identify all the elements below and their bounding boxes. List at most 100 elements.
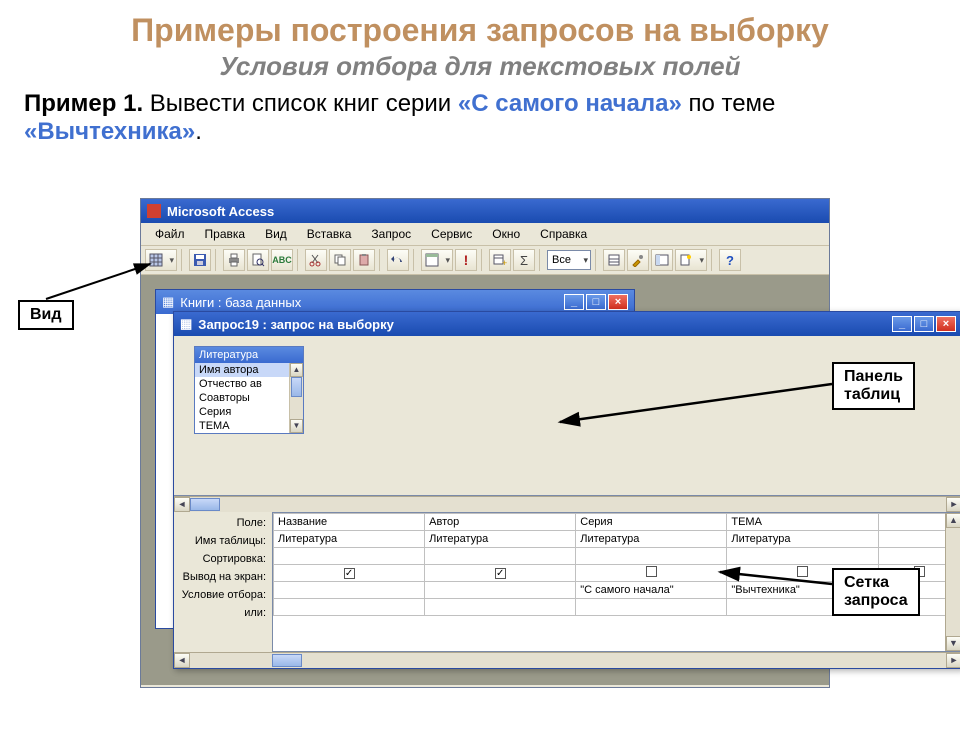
label-field: Поле: bbox=[174, 514, 272, 532]
label-criteria: Условие отбора: bbox=[174, 586, 272, 604]
db-window-button[interactable] bbox=[651, 249, 673, 271]
cell-field[interactable]: ТЕМА bbox=[727, 514, 878, 531]
cell-field[interactable]: Серия bbox=[576, 514, 727, 531]
undo-button[interactable] bbox=[387, 249, 409, 271]
cell-show[interactable] bbox=[425, 565, 576, 582]
menu-window[interactable]: Окно bbox=[484, 226, 528, 242]
menu-tools[interactable]: Сервис bbox=[423, 226, 480, 242]
scroll-up-icon[interactable]: ▲ bbox=[946, 513, 960, 528]
menu-insert[interactable]: Вставка bbox=[299, 226, 360, 242]
row-table: Литература Литература Литература Литерат… bbox=[274, 531, 960, 548]
print-preview-button[interactable] bbox=[247, 249, 269, 271]
cell-table[interactable]: Литература bbox=[274, 531, 425, 548]
print-button[interactable] bbox=[223, 249, 245, 271]
spellcheck-button[interactable]: ABC bbox=[271, 249, 293, 271]
field-item[interactable]: Имя автора bbox=[195, 363, 303, 377]
slide-subtitle: Условия отбора для текстовых полей bbox=[0, 51, 960, 82]
build-button[interactable] bbox=[627, 249, 649, 271]
max-button[interactable]: □ bbox=[914, 316, 934, 332]
checkbox-icon[interactable] bbox=[495, 568, 506, 579]
label-sort: Сортировка: bbox=[174, 550, 272, 568]
field-list-scrollbar[interactable]: ▲ ▼ bbox=[289, 363, 303, 433]
scroll-thumb[interactable] bbox=[291, 377, 302, 397]
help-button[interactable]: ? bbox=[719, 249, 741, 271]
max-button[interactable]: □ bbox=[586, 294, 606, 310]
example-series: «С самого начала» bbox=[458, 90, 682, 117]
scroll-thumb[interactable] bbox=[272, 654, 302, 667]
toolbar: ABC ! + Σ Все ? bbox=[141, 246, 829, 275]
menu-file[interactable]: Файл bbox=[147, 226, 193, 242]
scroll-left-icon[interactable]: ◄ bbox=[174, 653, 190, 668]
properties-button[interactable] bbox=[603, 249, 625, 271]
callout-tables-panel: Панель таблиц bbox=[832, 362, 915, 410]
scroll-right-icon[interactable]: ► bbox=[946, 653, 960, 668]
cell-table[interactable]: Литература bbox=[576, 531, 727, 548]
checkbox-icon[interactable] bbox=[344, 568, 355, 579]
copy-button[interactable] bbox=[329, 249, 351, 271]
slide-title: Примеры построения запросов на выборку bbox=[0, 12, 960, 49]
cut-button[interactable] bbox=[305, 249, 327, 271]
menu-edit[interactable]: Правка bbox=[197, 226, 254, 242]
field-item[interactable]: Серия bbox=[195, 405, 303, 419]
cell-table[interactable]: Литература bbox=[727, 531, 878, 548]
grid-hscroll[interactable]: ◄ ► bbox=[174, 652, 960, 668]
min-button[interactable]: _ bbox=[564, 294, 584, 310]
db-window-title: Книги : база данных bbox=[180, 295, 301, 310]
menu-help[interactable]: Справка bbox=[532, 226, 595, 242]
svg-text:+: + bbox=[502, 258, 507, 267]
callout-view: Вид bbox=[18, 300, 74, 330]
table-source-name: Литература bbox=[195, 347, 303, 363]
label-or: или: bbox=[174, 604, 272, 622]
db-window-icon: ▦ bbox=[162, 294, 174, 310]
cell-field[interactable]: Название bbox=[274, 514, 425, 531]
tables-pane[interactable]: Литература Имя автора Отчество ав Соавто… bbox=[174, 336, 960, 496]
query-type-button[interactable] bbox=[421, 249, 453, 271]
checkbox-icon[interactable] bbox=[646, 566, 657, 577]
paste-button[interactable] bbox=[353, 249, 375, 271]
cell-show[interactable] bbox=[274, 565, 425, 582]
table-source-box[interactable]: Литература Имя автора Отчество ав Соавто… bbox=[194, 346, 304, 434]
cell-criteria[interactable]: "С самого начала" bbox=[576, 582, 727, 599]
scroll-left-icon[interactable]: ◄ bbox=[174, 497, 190, 512]
view-button[interactable] bbox=[145, 249, 177, 271]
scroll-down-icon[interactable]: ▼ bbox=[290, 419, 303, 433]
min-button[interactable]: _ bbox=[892, 316, 912, 332]
row-field: Название Автор Серия ТЕМА bbox=[274, 514, 960, 531]
cell-table[interactable]: Литература bbox=[425, 531, 576, 548]
field-item[interactable]: Отчество ав bbox=[195, 377, 303, 391]
top-values-combo[interactable]: Все bbox=[547, 250, 591, 270]
cell-criteria[interactable] bbox=[425, 582, 576, 599]
upper-hscroll[interactable]: ◄ ► bbox=[174, 496, 960, 512]
checkbox-icon[interactable] bbox=[797, 566, 808, 577]
access-icon bbox=[147, 204, 161, 218]
new-object-button[interactable] bbox=[675, 249, 707, 271]
menubar: Файл Правка Вид Вставка Запрос Сервис Ок… bbox=[141, 223, 829, 246]
app-titlebar[interactable]: Microsoft Access bbox=[141, 199, 829, 223]
cell-criteria[interactable] bbox=[274, 582, 425, 599]
show-table-button[interactable]: + bbox=[489, 249, 511, 271]
grid-vscroll[interactable]: ▲ ▼ bbox=[945, 513, 960, 651]
scroll-thumb[interactable] bbox=[190, 498, 220, 511]
mdi-area: ▦ Книги : база данных _ □ × ▦ Запрос19 :… bbox=[141, 275, 829, 685]
totals-button[interactable]: Σ bbox=[513, 249, 535, 271]
query-window-title: Запрос19 : запрос на выборку bbox=[198, 317, 394, 332]
label-show: Вывод на экран: bbox=[174, 568, 272, 586]
save-button[interactable] bbox=[189, 249, 211, 271]
cell-show[interactable] bbox=[576, 565, 727, 582]
run-button[interactable]: ! bbox=[455, 249, 477, 271]
close-button[interactable]: × bbox=[608, 294, 628, 310]
field-list[interactable]: Имя автора Отчество ав Соавторы Серия ТЕ… bbox=[195, 363, 303, 433]
example-prefix: Пример 1. bbox=[24, 90, 143, 117]
cell-field[interactable]: Автор bbox=[425, 514, 576, 531]
scroll-down-icon[interactable]: ▼ bbox=[946, 636, 960, 651]
field-item[interactable]: Соавторы bbox=[195, 391, 303, 405]
example-text: Пример 1. Вывести список книг серии «С с… bbox=[24, 90, 936, 146]
grid-row-labels: Поле: Имя таблицы: Сортировка: Вывод на … bbox=[174, 512, 272, 652]
access-app-window: Microsoft Access Файл Правка Вид Вставка… bbox=[140, 198, 830, 688]
menu-query[interactable]: Запрос bbox=[363, 226, 419, 242]
scroll-right-icon[interactable]: ► bbox=[946, 497, 960, 512]
scroll-up-icon[interactable]: ▲ bbox=[290, 363, 303, 377]
field-item[interactable]: ТЕМА bbox=[195, 419, 303, 433]
close-button[interactable]: × bbox=[936, 316, 956, 332]
menu-view[interactable]: Вид bbox=[257, 226, 295, 242]
